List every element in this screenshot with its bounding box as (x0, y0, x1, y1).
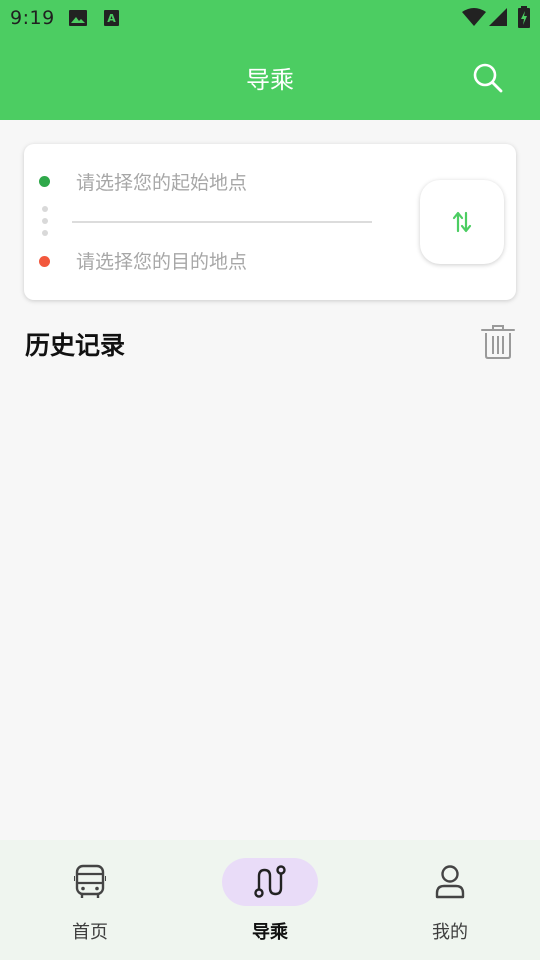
connector-dot (42, 206, 48, 212)
end-point-dot (39, 256, 50, 267)
wifi-icon (462, 8, 486, 30)
nav-label-home: 首页 (72, 922, 108, 943)
status-time: 9:19 (10, 7, 55, 29)
nav-item-home[interactable]: 首页 (0, 840, 180, 960)
connector-dot (42, 230, 48, 236)
screen: 9:19 A 导乘 请选择您的起始地点 请选择您的目的地点 历史记录 首页 导乘… (0, 0, 540, 960)
swap-locations-button[interactable] (420, 180, 504, 264)
person-icon (435, 865, 465, 899)
image-icon (69, 10, 87, 30)
start-point-dot (39, 176, 50, 187)
history-title: 历史记录 (25, 331, 126, 360)
app-bar: 导乘 (0, 36, 540, 120)
search-button[interactable] (472, 62, 504, 94)
route-icon (254, 865, 286, 898)
bus-icon (74, 864, 106, 898)
swap-vertical-icon (452, 211, 472, 233)
page-title: 导乘 (246, 66, 294, 94)
battery-charging-icon (518, 6, 530, 32)
search-icon (473, 63, 503, 93)
nav-item-guide[interactable]: 导乘 (180, 840, 360, 960)
clear-history-button[interactable] (480, 324, 516, 360)
connector-dot (42, 218, 48, 224)
nav-label-mine: 我的 (432, 922, 468, 943)
status-bar: 9:19 A (0, 0, 540, 36)
nav-item-mine[interactable]: 我的 (360, 840, 540, 960)
route-card (24, 144, 516, 300)
nav-label-guide: 导乘 (252, 922, 288, 943)
destination-input[interactable] (76, 245, 376, 279)
bottom-navigation: 首页 导乘 我的 (0, 840, 540, 960)
start-location-input[interactable] (76, 166, 376, 200)
route-divider (72, 221, 372, 223)
text-notification-icon: A (104, 10, 119, 30)
svg-text:A: A (107, 12, 116, 25)
trash-icon (481, 325, 515, 359)
signal-icon (489, 8, 507, 30)
